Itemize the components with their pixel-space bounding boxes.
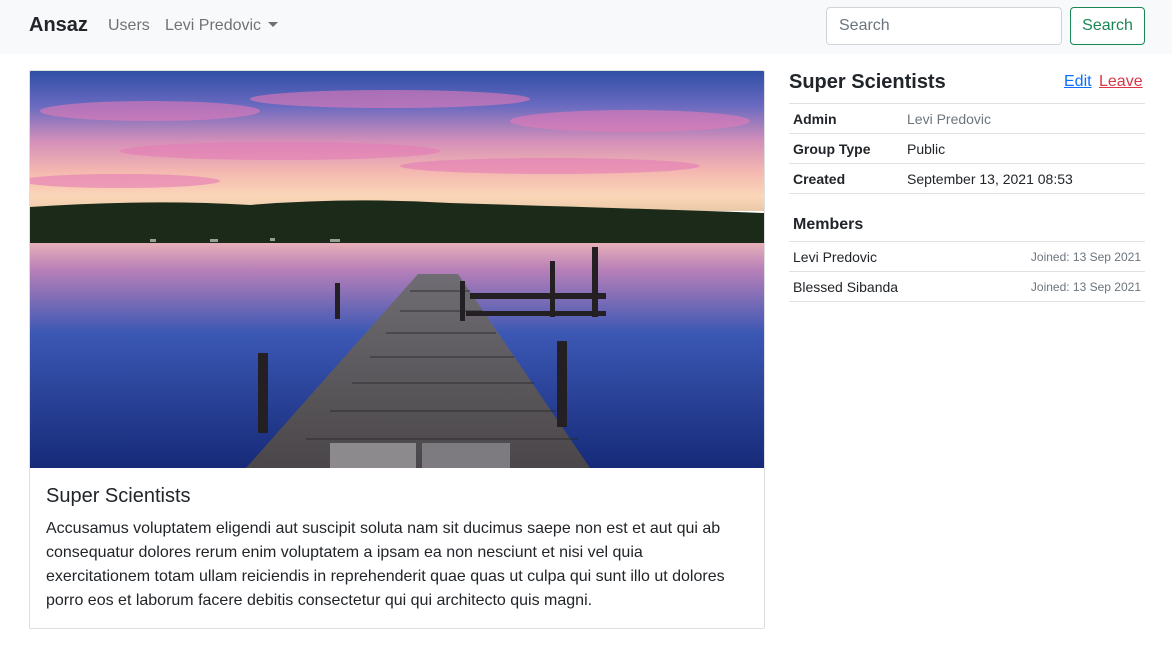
details-key: Admin [789, 103, 903, 134]
brand-link[interactable]: Ansaz [29, 14, 88, 37]
leave-group-link[interactable]: Leave [1099, 73, 1143, 91]
group-card: Super Scientists Accusamus voluptatem el… [29, 70, 765, 629]
member-name: Levi Predovic [793, 249, 878, 265]
details-value: September 13, 2021 08:53 [903, 163, 1145, 194]
member-list-item: Blessed Sibanda Joined: 13 Sep 2021 [789, 271, 1145, 302]
details-key: Created [789, 163, 903, 194]
edit-group-link[interactable]: Edit [1064, 73, 1092, 91]
nav-users-link[interactable]: Users [108, 17, 150, 35]
details-row-admin: Admin Levi Predovic [789, 103, 1145, 134]
search-button[interactable]: Search [1070, 7, 1145, 45]
members-list: Levi Predovic Joined: 13 Sep 2021 Blesse… [789, 241, 1145, 302]
search-input[interactable] [826, 7, 1062, 45]
group-title: Super Scientists [789, 71, 946, 93]
details-value: Public [903, 133, 1145, 164]
user-menu-label: Levi Predovic [165, 17, 262, 34]
group-details-table: Admin Levi Predovic Group Type Public Cr… [789, 103, 1145, 194]
card-description: Accusamus voluptatem eligendi aut suscip… [46, 520, 725, 609]
navbar: Ansaz Users Levi Predovic Search [0, 0, 1172, 54]
group-cover-image [30, 71, 764, 468]
chevron-down-icon [268, 22, 279, 27]
details-row-created: Created September 13, 2021 08:53 [789, 163, 1145, 194]
details-key: Group Type [789, 133, 903, 164]
member-joined-date: Joined: 13 Sep 2021 [1030, 280, 1141, 294]
card-title: Super Scientists [46, 485, 191, 507]
user-menu-dropdown[interactable]: Levi Predovic [165, 17, 279, 35]
member-joined-date: Joined: 13 Sep 2021 [1030, 250, 1141, 264]
member-name: Blessed Sibanda [793, 279, 899, 295]
members-heading: Members [793, 216, 864, 233]
details-value: Levi Predovic [903, 103, 1145, 134]
member-list-item: Levi Predovic Joined: 13 Sep 2021 [789, 241, 1145, 271]
details-row-group-type: Group Type Public [789, 133, 1145, 164]
